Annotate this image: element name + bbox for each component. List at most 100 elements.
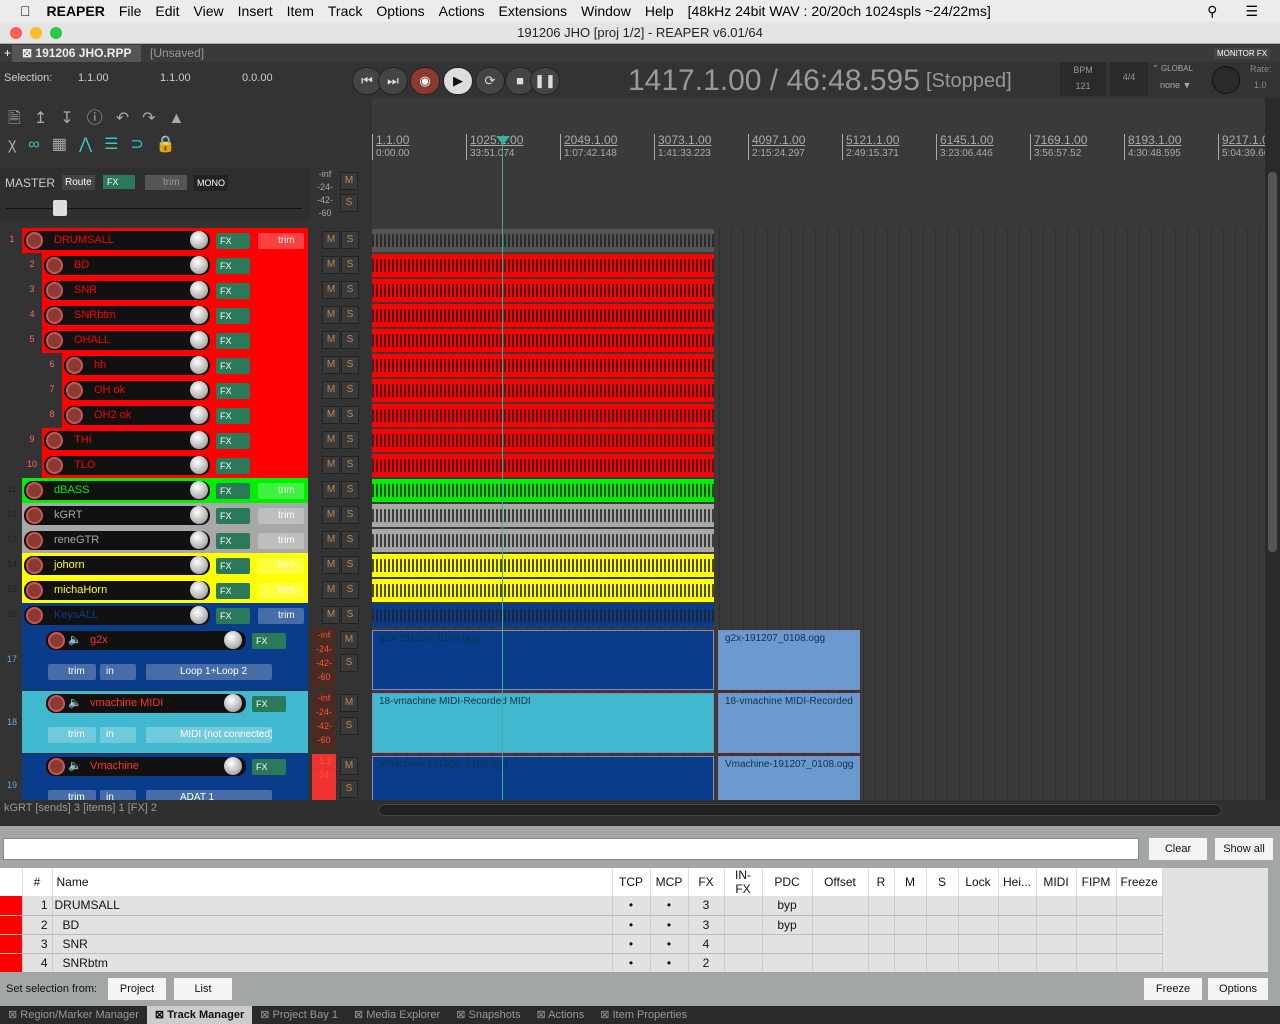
record-arm-button[interactable] bbox=[46, 282, 63, 299]
master-fx-button[interactable]: FX bbox=[103, 175, 135, 189]
mute-button[interactable]: M bbox=[322, 481, 340, 499]
fx-button[interactable]: FX bbox=[216, 383, 250, 399]
fx-button[interactable]: FX bbox=[216, 608, 250, 624]
media-item[interactable]: g2x-191206_0108.ogg bbox=[372, 630, 714, 690]
fx-button[interactable]: FX bbox=[216, 408, 250, 424]
bpm-box[interactable]: BPM 121 bbox=[1060, 62, 1106, 96]
column-header[interactable]: Freeze bbox=[1116, 868, 1163, 896]
solo-button[interactable]: S bbox=[341, 281, 359, 299]
track-name-field[interactable]: 🔈 Vmachine bbox=[46, 757, 246, 776]
column-header[interactable]: MCP bbox=[650, 868, 689, 896]
media-item[interactable] bbox=[372, 329, 714, 352]
new-file-icon[interactable]: 🗎 bbox=[8, 110, 34, 127]
show-all-button[interactable]: Show all bbox=[1215, 838, 1273, 860]
volume-knob[interactable] bbox=[190, 606, 208, 624]
solo-button[interactable]: S bbox=[341, 306, 359, 324]
volume-knob[interactable] bbox=[190, 506, 208, 524]
speaker-icon[interactable]: 🔈 bbox=[68, 694, 82, 713]
column-header[interactable]: IN-FX bbox=[724, 868, 763, 896]
track-name-field[interactable]: OHALL bbox=[44, 331, 210, 350]
record-arm-button[interactable] bbox=[66, 407, 83, 424]
menu-item[interactable]: Item bbox=[287, 3, 314, 19]
trim-button[interactable]: trim bbox=[258, 233, 304, 249]
track-row[interactable]: kGRT FX trim bbox=[22, 503, 308, 528]
column-header[interactable]: M bbox=[894, 868, 927, 896]
track-row[interactable]: 🔈 g2x FX trim in Loop 1+Loop 2 bbox=[22, 628, 308, 690]
track-row[interactable]: johorn FX trim bbox=[22, 553, 308, 578]
track-name-field[interactable]: 🔈 vmachine MIDI bbox=[46, 694, 246, 713]
magnet-icon[interactable]: ⊃ bbox=[130, 136, 155, 153]
fx-button[interactable]: FX bbox=[216, 533, 250, 549]
mute-button[interactable]: M bbox=[322, 231, 340, 249]
menu-actions[interactable]: Actions bbox=[439, 3, 485, 19]
solo-button[interactable]: S bbox=[341, 256, 359, 274]
edit-cursor[interactable] bbox=[502, 136, 503, 800]
lock-icon[interactable]: 🔒 bbox=[156, 136, 188, 153]
rate-knob[interactable] bbox=[1212, 66, 1240, 94]
master-trim-button[interactable]: trim bbox=[145, 175, 187, 190]
column-header[interactable]: MIDI bbox=[1036, 868, 1077, 896]
master-solo-button[interactable]: S bbox=[340, 194, 358, 212]
clear-button[interactable]: Clear bbox=[1149, 838, 1207, 860]
menu-extensions[interactable]: Extensions bbox=[499, 3, 567, 19]
record-arm-button[interactable] bbox=[66, 357, 83, 374]
record-arm-button[interactable] bbox=[46, 257, 63, 274]
fx-button[interactable]: FX bbox=[216, 283, 250, 299]
search-icon[interactable]: ⚲ bbox=[1207, 3, 1217, 20]
info-icon[interactable]: ⓘ bbox=[87, 110, 116, 127]
track-name-field[interactable]: dBASS bbox=[24, 481, 210, 500]
volume-knob[interactable] bbox=[190, 406, 208, 424]
record-arm-button[interactable] bbox=[46, 332, 63, 349]
media-item[interactable] bbox=[372, 379, 714, 402]
fx-button[interactable]: FX bbox=[216, 558, 250, 574]
table-row[interactable]: 4 SNRbtm • • 2 bbox=[0, 953, 1163, 972]
volume-knob[interactable] bbox=[224, 694, 242, 712]
master-volume-handle[interactable] bbox=[53, 200, 67, 216]
vertical-scrollbar[interactable] bbox=[1265, 166, 1280, 800]
input-dropdown[interactable]: in bbox=[100, 727, 136, 743]
table-row[interactable]: 3 SNR • • 4 bbox=[0, 934, 1163, 954]
media-item[interactable] bbox=[372, 504, 714, 527]
mute-button[interactable]: M bbox=[340, 631, 358, 649]
volume-knob[interactable] bbox=[190, 381, 208, 399]
volume-knob[interactable] bbox=[190, 256, 208, 274]
fx-button[interactable]: FX bbox=[216, 583, 250, 599]
menu-insert[interactable]: Insert bbox=[238, 3, 273, 19]
dock-tab[interactable]: ⊠ Media Explorer bbox=[346, 1006, 448, 1024]
input-routing-dropdown[interactable]: Loop 1+Loop 2 bbox=[146, 664, 272, 680]
mono-button[interactable]: MONO bbox=[194, 175, 228, 191]
track-name-field[interactable]: hh bbox=[64, 356, 210, 375]
mute-button[interactable]: M bbox=[340, 694, 358, 712]
zoom-button[interactable] bbox=[50, 27, 62, 39]
track-name-field[interactable]: BD bbox=[44, 256, 210, 275]
snap-grid-icon[interactable]: ☰ bbox=[104, 136, 130, 153]
media-item[interactable] bbox=[372, 479, 714, 502]
record-arm-button[interactable] bbox=[48, 695, 65, 712]
volume-knob[interactable] bbox=[224, 631, 242, 649]
solo-button[interactable]: S bbox=[341, 406, 359, 424]
time-signature[interactable]: 4/4 bbox=[1110, 62, 1148, 96]
fx-button[interactable]: FX bbox=[216, 233, 250, 249]
mute-button[interactable]: M bbox=[322, 331, 340, 349]
track-name-field[interactable]: OH ok bbox=[64, 381, 210, 400]
menu-track[interactable]: Track bbox=[328, 3, 362, 19]
media-item[interactable] bbox=[372, 454, 714, 477]
go-to-end-button[interactable]: ⏭ bbox=[378, 67, 408, 95]
redo-icon[interactable]: ↷ bbox=[142, 110, 168, 127]
track-name-field[interactable]: johorn bbox=[24, 556, 210, 575]
media-item[interactable] bbox=[372, 429, 714, 452]
fx-button[interactable]: FX bbox=[252, 759, 286, 775]
volume-knob[interactable] bbox=[190, 356, 208, 374]
column-header[interactable]: TCP bbox=[612, 868, 651, 896]
media-item[interactable]: g2x-191207_0108.ogg bbox=[718, 630, 860, 690]
fx-button[interactable]: FX bbox=[216, 308, 250, 324]
track-row[interactable]: SNR FX bbox=[42, 278, 308, 303]
mute-button[interactable]: M bbox=[322, 556, 340, 574]
track-row[interactable]: 🔈 vmachine MIDI FX trim in MIDI (not connecte… bbox=[22, 691, 308, 753]
media-item[interactable] bbox=[372, 554, 714, 577]
dock-tab[interactable]: ⊠ Track Manager bbox=[146, 1006, 253, 1024]
track-name-field[interactable]: THI bbox=[44, 431, 210, 450]
fx-button[interactable]: FX bbox=[252, 633, 286, 649]
record-arm-button[interactable] bbox=[26, 482, 43, 499]
selection-end[interactable]: 1.1.00 bbox=[160, 72, 191, 84]
